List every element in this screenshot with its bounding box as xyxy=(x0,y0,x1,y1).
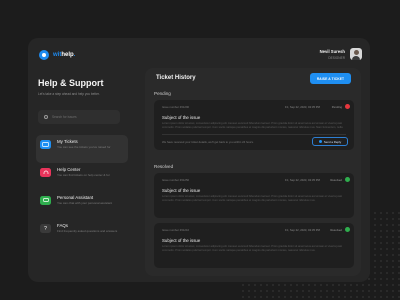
ticket-body: Lorem ipsum dolor sit amet, consectetur … xyxy=(162,195,343,202)
menu-item-help-center[interactable]: Help Center You can find tickets on help… xyxy=(36,163,128,191)
user-role: DESIGNER xyxy=(328,55,345,60)
reply-icon xyxy=(318,140,322,143)
ticket-card-resolved[interactable]: Issue number #31210 Fri, Sep 22, 2023, 0… xyxy=(154,223,354,268)
chat-icon xyxy=(40,196,51,205)
resolved-status-icon xyxy=(344,226,350,232)
ticket-status: Resolved xyxy=(330,228,342,232)
ticket-body: Lorem ipsum dolor sit amet, consectetur … xyxy=(162,122,343,130)
user-profile[interactable]: Nevil Suresh DESIGNER xyxy=(320,48,362,60)
side-menu: My Tickets You can see the tickets you'v… xyxy=(36,135,128,247)
menu-item-title: My Tickets xyxy=(57,139,78,144)
logo-text: withelp. xyxy=(53,52,75,58)
menu-item-desc: You can find tickets on help center & fo… xyxy=(57,173,110,177)
logo-suffix: help xyxy=(61,52,74,58)
ticket-number: Issue number #31210 xyxy=(162,228,190,232)
headset-icon xyxy=(40,168,51,177)
menu-item-desc: You can chat with your personal assistan… xyxy=(57,201,113,205)
menu-item-title: FAQs xyxy=(57,223,68,228)
ticket-card-pending[interactable]: Issue number #31290 Fri, Sep 22, 2023, 0… xyxy=(154,100,354,150)
page-subtitle: Let's take a step ahead and help you bet… xyxy=(38,92,100,96)
avatar[interactable] xyxy=(350,48,362,60)
ticket-number: Issue number #31250 xyxy=(162,178,190,182)
menu-item-faqs[interactable]: ? FAQs Find frequently asked questions a… xyxy=(36,219,128,247)
panel-title: Ticket History xyxy=(156,75,196,81)
logo-dot: . xyxy=(73,52,76,58)
menu-item-personal-assistant[interactable]: Personal Assistant You can chat with you… xyxy=(36,191,128,219)
raise-ticket-button[interactable]: RAISE A TICKET xyxy=(310,73,351,84)
search-input[interactable]: Search for issues xyxy=(38,110,120,125)
send-reply-label: Send a Reply xyxy=(323,139,342,144)
ticket-date: Fri, Sep 22, 2023, 02:35 PM xyxy=(285,228,320,232)
pending-label: Pending xyxy=(154,91,171,96)
app-window: withelp. Nevil Suresh DESIGNER Help & Su… xyxy=(28,38,370,282)
ticket-subject: Subject of the issue xyxy=(162,115,201,120)
ticket-card-resolved[interactable]: Issue number #31250 Fri, Sep 22, 2023, 0… xyxy=(154,173,354,218)
top-bar: withelp. Nevil Suresh DESIGNER xyxy=(28,38,370,72)
logo-icon xyxy=(39,50,49,60)
ticket-body: Lorem ipsum dolor sit amet, consectetur … xyxy=(162,245,343,252)
user-info: Nevil Suresh DESIGNER xyxy=(320,49,345,60)
resolved-label: Resolved xyxy=(154,164,174,169)
logo[interactable]: withelp. xyxy=(39,50,75,60)
ticket-icon xyxy=(40,140,51,149)
ticket-divider xyxy=(162,134,346,135)
menu-item-my-tickets[interactable]: My Tickets You can see the tickets you'v… xyxy=(36,135,128,163)
question-icon: ? xyxy=(40,224,51,233)
menu-item-desc: Find frequently asked questions and answ… xyxy=(57,229,118,233)
search-placeholder: Search for issues xyxy=(52,115,77,120)
ticket-date: Fri, Sep 22, 2023, 02:35 PM xyxy=(285,105,320,109)
ticket-date: Fri, Sep 22, 2023, 02:35 PM xyxy=(285,178,320,182)
ticket-status: Resolved xyxy=(330,178,342,182)
help-header: Help & Support Let's take a step ahead a… xyxy=(38,78,138,125)
ticket-reply-note: We have received your ticket details, we… xyxy=(162,140,254,144)
ticket-history-panel: Ticket History RAISE A TICKET Pending Is… xyxy=(145,68,361,276)
search-icon xyxy=(44,115,48,120)
resolved-status-icon xyxy=(344,176,350,182)
send-reply-button[interactable]: Send a Reply xyxy=(312,137,348,146)
user-name: Nevil Suresh xyxy=(319,48,345,54)
menu-item-desc: You can see the tickets you've raised fo… xyxy=(57,145,111,149)
ticket-subject: Subject of the issue xyxy=(162,238,201,243)
menu-item-title: Personal Assistant xyxy=(57,195,94,200)
pending-status-icon xyxy=(344,103,350,109)
ticket-number: Issue number #31290 xyxy=(162,105,190,109)
menu-item-title: Help Center xyxy=(57,167,81,172)
ticket-status: Pending xyxy=(331,105,342,109)
ticket-subject: Subject of the issue xyxy=(162,188,201,193)
page-title: Help & Support xyxy=(38,78,104,88)
